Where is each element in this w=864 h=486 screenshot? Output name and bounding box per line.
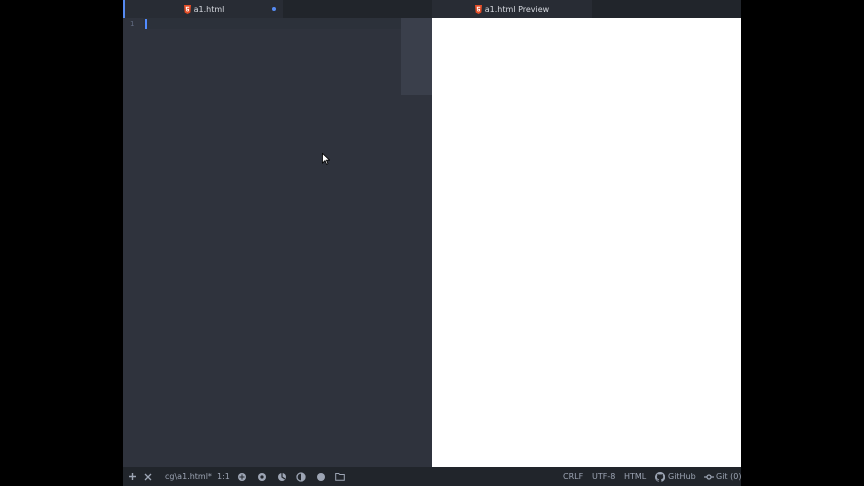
line-number: 1 xyxy=(130,20,135,28)
close-icon[interactable] xyxy=(144,467,152,486)
contrast-icon[interactable] xyxy=(296,467,306,486)
html5-icon xyxy=(183,4,191,14)
tab-label: a1.html xyxy=(193,4,225,14)
minimap-viewport[interactable] xyxy=(401,18,432,95)
cursor-position[interactable]: 1:1 xyxy=(217,467,230,486)
line-ending[interactable]: CRLF xyxy=(563,467,583,486)
tab-a1-html[interactable]: a1.html xyxy=(123,0,283,18)
tab-a1-html-preview[interactable]: a1.html Preview xyxy=(432,0,592,18)
add-icon[interactable] xyxy=(128,467,137,486)
code-editor[interactable]: 1 xyxy=(123,18,432,467)
mouse-pointer-icon xyxy=(322,153,330,165)
status-circle-icon[interactable] xyxy=(316,467,326,486)
grammar-selector[interactable]: HTML xyxy=(624,467,646,486)
file-encoding[interactable]: UTF-8 xyxy=(592,467,615,486)
git-commit-icon xyxy=(704,473,714,480)
file-path[interactable]: cg\a1.html* xyxy=(165,467,212,486)
current-line-highlight xyxy=(143,18,401,29)
settings-icon[interactable] xyxy=(257,467,267,486)
text-cursor xyxy=(145,19,147,29)
html-preview-pane[interactable] xyxy=(432,18,741,467)
refresh-icon[interactable] xyxy=(277,467,287,486)
git-label: Git (0) xyxy=(716,472,741,481)
github-icon xyxy=(655,471,665,482)
editor-tab-bar: a1.html xyxy=(123,0,432,18)
modified-indicator-icon xyxy=(272,7,276,11)
github-label: GitHub xyxy=(668,472,696,481)
editor-window: a1.html a1.html Preview 1 cg\a1.html* 1:… xyxy=(123,0,741,486)
git-button[interactable]: Git (0) xyxy=(704,467,741,486)
linter-icon[interactable] xyxy=(237,467,247,486)
folder-icon[interactable] xyxy=(335,467,345,486)
tab-label: a1.html Preview xyxy=(484,4,550,14)
github-button[interactable]: GitHub xyxy=(655,467,696,486)
status-bar: cg\a1.html* 1:1 CRLF UTF-8 HTML GitHub G… xyxy=(123,467,741,486)
html5-icon xyxy=(474,4,482,14)
preview-tab-bar: a1.html Preview xyxy=(432,0,741,18)
